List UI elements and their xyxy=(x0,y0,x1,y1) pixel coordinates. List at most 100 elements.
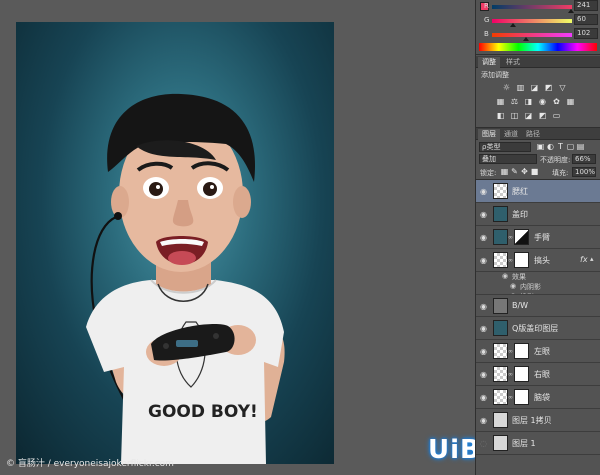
blue-slider[interactable] xyxy=(492,33,572,41)
layer-thumbnail xyxy=(493,435,508,451)
canvas-area[interactable]: GOOD BOY! © 盲肠汁 / everyoneisajokerflickr… xyxy=(0,0,580,475)
layer-mask-thumbnail[interactable] xyxy=(514,229,529,245)
effects-header-row[interactable]: ◉ 效果 xyxy=(476,272,600,282)
posterize-icon[interactable]: ◫ xyxy=(510,111,519,120)
layer-name: Q版盖印图层 xyxy=(512,324,559,333)
blue-slider-knob[interactable] xyxy=(523,37,529,41)
hue-saturation-icon[interactable]: ▦ xyxy=(496,97,505,106)
layer-name: B/W xyxy=(512,301,529,310)
visibility-eye-icon[interactable]: ◉ xyxy=(480,256,487,265)
filter-shape-icon[interactable]: ▢ xyxy=(566,142,575,151)
tab-styles[interactable]: 样式 xyxy=(502,57,524,68)
black-white-icon[interactable]: ◨ xyxy=(524,97,533,106)
green-slider[interactable] xyxy=(492,19,572,27)
tab-adjustments[interactable]: 调整 xyxy=(478,57,500,68)
layers-list: ◉ 腮红 ◉ 盖印 ◉ ∞ 手臂 ◉ ∞ 搞头 fx ▴ ◉ 效果 ◉ 内阴影 … xyxy=(476,179,600,475)
effect-eye-icon[interactable]: ◉ xyxy=(510,282,516,290)
lock-position-icon[interactable]: ✥ xyxy=(520,167,529,176)
curves-icon[interactable]: ◪ xyxy=(530,83,539,92)
layer-row-arm[interactable]: ◉ ∞ 手臂 xyxy=(476,226,600,249)
layer-name: 腮红 xyxy=(512,187,528,196)
tab-layers[interactable]: 图层 xyxy=(478,129,500,140)
visibility-eye-icon[interactable]: ◉ xyxy=(480,393,487,402)
tab-paths[interactable]: 路径 xyxy=(522,129,544,140)
red-label: R xyxy=(484,2,489,10)
layer-row-blush[interactable]: ◉ 腮红 xyxy=(476,180,600,203)
layer-thumbnail xyxy=(493,366,508,382)
visibility-eye-icon[interactable]: ◉ xyxy=(480,210,487,219)
layer-name: 脑袋 xyxy=(534,393,550,402)
exposure-icon[interactable]: ◩ xyxy=(544,83,553,92)
filter-adjustment-icon[interactable]: ◐ xyxy=(546,142,555,151)
layer-thumbnail xyxy=(493,343,508,359)
layer-row-bw[interactable]: ◉ B/W xyxy=(476,294,600,317)
effect-name: 内阴影 xyxy=(520,283,541,291)
layer-name: 左眼 xyxy=(534,347,550,356)
effects-title: 效果 xyxy=(512,273,526,281)
photo-filter-icon[interactable]: ◉ xyxy=(538,97,547,106)
visibility-eye-icon[interactable]: ◉ xyxy=(480,233,487,242)
selective-color-icon[interactable]: ◩ xyxy=(538,111,547,120)
visibility-eye-icon[interactable]: ◉ xyxy=(480,187,487,196)
layer-mask-thumbnail[interactable] xyxy=(514,252,529,268)
layer-row-brain[interactable]: ◉ ∞ 脑袋 xyxy=(476,386,600,409)
visibility-eye-icon[interactable]: ◉ xyxy=(480,347,487,356)
red-value-input[interactable]: 241 xyxy=(574,0,598,11)
layer-mask-thumbnail[interactable] xyxy=(514,389,529,405)
fill-input[interactable]: 100% xyxy=(572,167,596,177)
filter-smart-icon[interactable]: ▤ xyxy=(576,142,585,151)
visibility-eye-icon[interactable]: ◉ xyxy=(480,324,487,333)
lock-pixels-icon[interactable]: ✎ xyxy=(510,167,519,176)
chain-link-icon: ∞ xyxy=(508,257,513,264)
chain-link-icon: ∞ xyxy=(508,348,513,355)
layer-name: 搞头 xyxy=(534,256,550,265)
kind-filter-select[interactable]: ρ类型 xyxy=(479,142,531,152)
blue-value-input[interactable]: 102 xyxy=(574,28,598,39)
layer-name: 图层 1拷贝 xyxy=(512,416,552,425)
color-lookup-icon[interactable]: ▦ xyxy=(566,97,575,106)
lock-transparent-icon[interactable]: ▦ xyxy=(500,167,509,176)
visibility-eye-icon[interactable]: ◉ xyxy=(480,416,487,425)
layer-thumbnail xyxy=(493,252,508,268)
red-slider[interactable] xyxy=(492,5,574,13)
layer-row-layer1-copy[interactable]: ◉ 图层 1拷贝 xyxy=(476,409,600,432)
levels-icon[interactable]: ▥ xyxy=(516,83,525,92)
visibility-eye-icon[interactable]: ◉ xyxy=(480,302,487,311)
layers-tabbar: 图层 通道 路径 xyxy=(476,128,600,140)
threshold-icon[interactable]: ◪ xyxy=(524,111,533,120)
blend-mode-select[interactable]: 叠加 xyxy=(479,154,537,164)
layer-mask-thumbnail[interactable] xyxy=(514,366,529,382)
layer-row-stamp[interactable]: ◉ 盖印 xyxy=(476,203,600,226)
layer-row-right-eye[interactable]: ◉ ∞ 右眼 xyxy=(476,363,600,386)
layer-row-q-stamp[interactable]: ◉ Q版盖印图层 xyxy=(476,317,600,340)
channel-mixer-icon[interactable]: ✿ xyxy=(552,97,561,106)
layer-row-left-eye[interactable]: ◉ ∞ 左眼 xyxy=(476,340,600,363)
visibility-eye-icon[interactable]: ◉ xyxy=(480,370,487,379)
effect-eye-icon[interactable]: ◉ xyxy=(502,272,508,280)
green-value-input[interactable]: 60 xyxy=(574,14,598,25)
brightness-icon[interactable]: ☼ xyxy=(502,83,511,92)
color-spectrum[interactable] xyxy=(479,43,597,51)
vibrance-icon[interactable]: ▽ xyxy=(558,83,567,92)
tab-channels[interactable]: 通道 xyxy=(500,129,522,140)
fill-value: 100% xyxy=(575,168,596,176)
lock-all-icon[interactable]: ■ xyxy=(530,167,539,176)
filter-pixel-icon[interactable]: ▣ xyxy=(536,142,545,151)
layer-fx-icon[interactable]: fx xyxy=(580,255,588,264)
layer-thumbnail xyxy=(493,183,508,199)
adjustments-panel: 调整 样式 添加调整 ☼ ▥ ◪ ◩ ▽ ▦ ⚖ ◨ ◉ ✿ ▦ ◧ ◫ ◪ ◩… xyxy=(476,56,600,126)
green-slider-knob[interactable] xyxy=(510,23,516,27)
gradient-map-icon[interactable]: ▭ xyxy=(552,111,561,120)
layer-row-head[interactable]: ◉ ∞ 搞头 fx ▴ xyxy=(476,249,600,272)
filter-type-icon[interactable]: T xyxy=(556,142,565,151)
expand-effects-icon[interactable]: ▴ xyxy=(590,255,594,263)
color-balance-icon[interactable]: ⚖ xyxy=(510,97,519,106)
layer-mask-thumbnail[interactable] xyxy=(514,343,529,359)
visibility-eye-icon[interactable]: ◌ xyxy=(480,439,487,448)
opacity-input[interactable]: 66% xyxy=(572,154,596,164)
layer-row-layer1[interactable]: ◌ 图层 1 xyxy=(476,432,600,455)
effect-row-inner-shadow[interactable]: ◉ 内阴影 xyxy=(476,282,600,292)
layer-name: 右眼 xyxy=(534,370,550,379)
photo-canvas[interactable]: GOOD BOY! xyxy=(16,22,334,464)
invert-icon[interactable]: ◧ xyxy=(496,111,505,120)
